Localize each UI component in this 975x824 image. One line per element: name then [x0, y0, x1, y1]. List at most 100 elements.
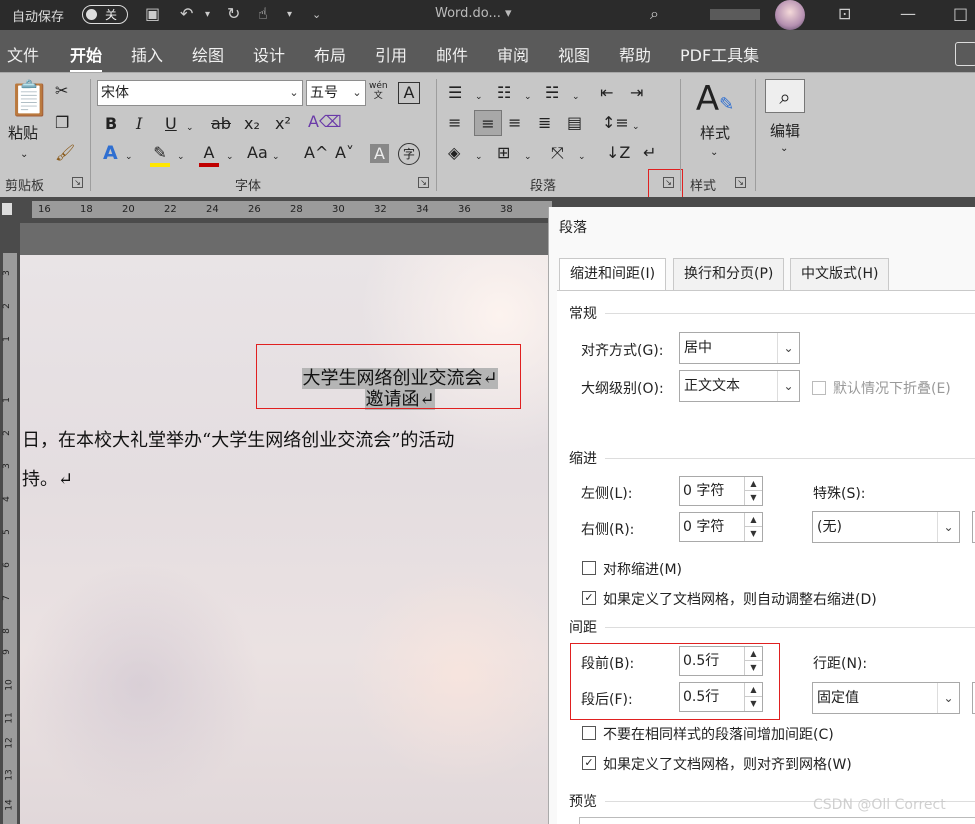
bullets-dropdown-icon[interactable]: ⌄	[475, 87, 483, 107]
multilevel-list-icon[interactable]: ☵	[545, 83, 559, 103]
tab-design[interactable]: 设计	[253, 42, 285, 66]
line-spacing-dropdown-icon[interactable]: ⌄	[632, 117, 640, 137]
align-left-icon[interactable]: ≡	[448, 113, 461, 133]
styles-launcher-icon[interactable]: ↘	[735, 177, 746, 188]
sort-icon[interactable]: ↓Z	[606, 143, 630, 163]
right-indent-input[interactable]: 0 字符 ▲ ▼	[679, 512, 763, 542]
highlight-icon[interactable]: ✎	[150, 143, 170, 167]
italic-button[interactable]: I	[136, 114, 142, 134]
justify-icon[interactable]: ≣	[538, 113, 551, 133]
redo-icon[interactable]: ↻	[227, 4, 240, 23]
tab-line-page-breaks[interactable]: 换行和分页(P)	[673, 258, 785, 290]
spin-down-icon[interactable]: ▼	[744, 527, 762, 541]
font-launcher-icon[interactable]: ↘	[418, 177, 429, 188]
customize-toolbar-icon[interactable]: ⌄	[312, 8, 321, 21]
search-icon[interactable]: ⌕	[650, 4, 659, 24]
text-effects-icon[interactable]: A	[103, 143, 118, 163]
multilevel-dropdown-icon[interactable]: ⌄	[572, 87, 580, 107]
font-size-combo[interactable]: 五号 ⌄	[306, 80, 366, 106]
tab-file[interactable]: 文件	[7, 42, 39, 66]
left-indent-input[interactable]: 0 字符 ▲ ▼	[679, 476, 763, 506]
ribbon-display-icon[interactable]: ⊡	[838, 4, 851, 23]
tab-draw[interactable]: 绘图	[192, 42, 224, 66]
auto-adjust-indent-checkbox[interactable]: ✓	[582, 591, 596, 605]
decrease-indent-icon[interactable]: ⇤	[600, 83, 613, 103]
document-area[interactable]: 大学生网络创业交流会↵ 邀请函↵ 日，在本校大礼堂举办“大学生网络创业交流会”的…	[20, 223, 550, 824]
save-icon[interactable]: ▣	[145, 4, 160, 23]
line-spacing-select[interactable]: 固定值 ⌄	[812, 682, 960, 714]
spin-down-icon[interactable]: ▼	[744, 661, 762, 675]
font-color-icon[interactable]: A	[199, 143, 219, 167]
line-spacing-icon[interactable]: ↕≡	[602, 113, 629, 133]
character-border-icon[interactable]: A	[398, 82, 420, 104]
tab-help[interactable]: 帮助	[619, 42, 651, 66]
alignment-select[interactable]: 居中 ⌄	[679, 332, 800, 364]
clipboard-launcher-icon[interactable]: ↘	[72, 177, 83, 188]
highlight-dropdown-icon[interactable]: ⌄	[177, 147, 185, 167]
font-color-dropdown-icon[interactable]: ⌄	[226, 147, 234, 167]
paste-icon[interactable]: 📋	[8, 81, 50, 117]
paste-button-label[interactable]: 粘贴	[8, 123, 38, 143]
text-effects-dropdown-icon[interactable]: ⌄	[125, 147, 133, 167]
tab-layout[interactable]: 布局	[314, 42, 346, 66]
bullets-icon[interactable]: ☰	[448, 83, 462, 103]
touch-dropdown-icon[interactable]: ▾	[287, 9, 292, 20]
character-shading-icon[interactable]: A	[370, 144, 389, 163]
spin-down-icon[interactable]: ▼	[744, 697, 762, 711]
spin-down-icon[interactable]: ▼	[744, 491, 762, 505]
editing-search-icon[interactable]: ⌕	[765, 79, 805, 113]
underline-button[interactable]: U	[165, 114, 177, 134]
tab-mailings[interactable]: 邮件	[436, 42, 468, 66]
show-marks-icon[interactable]: ↵	[643, 143, 656, 163]
autosave-toggle[interactable]: 关	[82, 5, 128, 24]
share-button[interactable]	[955, 42, 975, 66]
borders-dropdown-icon[interactable]: ⌄	[524, 147, 532, 167]
tab-indent-spacing[interactable]: 缩进和间距(I)	[559, 258, 667, 291]
bold-button[interactable]: B	[105, 114, 117, 134]
distributed-icon[interactable]: ▤	[567, 113, 582, 133]
numbering-dropdown-icon[interactable]: ⌄	[524, 87, 532, 107]
format-painter-icon[interactable]: 🖌	[55, 143, 75, 163]
underline-dropdown-icon[interactable]: ⌄	[186, 118, 194, 138]
doc-body-line2[interactable]: 持。↵	[22, 465, 73, 491]
align-center-icon[interactable]: ≡	[474, 110, 502, 136]
chinese-layout-dropdown-icon[interactable]: ⌄	[578, 147, 586, 167]
copy-icon[interactable]: ❐	[55, 113, 69, 133]
mirror-indent-checkbox[interactable]	[582, 561, 596, 575]
numbering-icon[interactable]: ☷	[497, 83, 511, 103]
tab-insert[interactable]: 插入	[131, 42, 163, 66]
editing-dropdown-icon[interactable]: ⌄	[780, 139, 788, 159]
grow-font-icon[interactable]: A^	[304, 143, 328, 163]
tab-pdf-tools[interactable]: PDF工具集	[680, 42, 759, 66]
increase-indent-icon[interactable]: ⇥	[630, 83, 643, 103]
chinese-layout-icon[interactable]: ⤧	[551, 143, 564, 163]
styles-icon[interactable]: A✎	[695, 81, 735, 123]
tab-references[interactable]: 引用	[375, 42, 407, 66]
snap-to-grid-checkbox[interactable]: ✓	[582, 756, 596, 770]
tab-home[interactable]: 开始	[70, 42, 103, 73]
tab-review[interactable]: 审阅	[497, 42, 529, 66]
styles-dropdown-icon[interactable]: ⌄	[710, 143, 718, 163]
no-space-same-style-checkbox[interactable]	[582, 726, 596, 740]
enclose-character-icon[interactable]: 字	[398, 143, 420, 165]
spin-up-icon[interactable]: ▲	[744, 683, 762, 697]
undo-dropdown-icon[interactable]: ▾	[205, 9, 210, 20]
align-right-icon[interactable]: ≡	[508, 113, 521, 133]
phonetic-guide-icon[interactable]: wén 文	[369, 81, 388, 101]
spin-up-icon[interactable]: ▲	[744, 477, 762, 491]
tab-asian-typography[interactable]: 中文版式(H)	[790, 258, 890, 290]
collapse-checkbox[interactable]	[812, 381, 826, 395]
tab-selector-icon[interactable]	[2, 203, 12, 215]
space-before-input[interactable]: 0.5行 ▲ ▼	[679, 646, 763, 676]
change-case-icon[interactable]: Aa	[247, 143, 268, 163]
borders-icon[interactable]: ⊞	[497, 143, 510, 163]
tab-view[interactable]: 视图	[558, 42, 590, 66]
avatar[interactable]	[775, 0, 805, 30]
shrink-font-icon[interactable]: A˅	[335, 143, 354, 163]
paste-dropdown-icon[interactable]: ⌄	[20, 145, 28, 165]
doc-body-line1[interactable]: 日，在本校大礼堂举办“大学生网络创业交流会”的活动	[22, 426, 454, 452]
shading-icon[interactable]: ◈	[448, 143, 460, 163]
maximize-icon[interactable]: □	[953, 4, 968, 23]
change-case-dropdown-icon[interactable]: ⌄	[272, 147, 280, 167]
styles-button-label[interactable]: 样式	[700, 123, 730, 143]
